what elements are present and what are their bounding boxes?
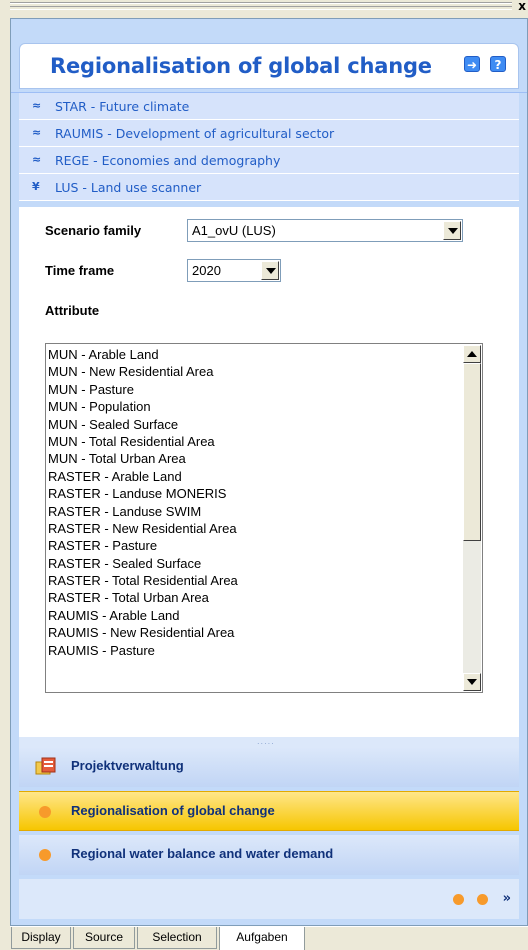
- bullet-dot-icon: [39, 849, 51, 861]
- scroll-thumb[interactable]: [463, 363, 481, 541]
- section-label: RAUMIS - Development of agricultural sec…: [55, 126, 335, 141]
- timeframe-select[interactable]: 2020: [187, 259, 281, 282]
- more-chevron-icon[interactable]: »: [503, 891, 511, 906]
- nav-overflow-strip: »: [19, 879, 519, 919]
- list-item[interactable]: RASTER - Landuse MONERIS: [48, 485, 238, 502]
- list-item[interactable]: MUN - Total Urban Area: [48, 450, 238, 467]
- section-rege[interactable]: ≈ REGE - Economies and demography: [19, 147, 519, 174]
- scroll-up-icon[interactable]: [463, 345, 481, 363]
- vertical-scrollbar[interactable]: [463, 345, 481, 691]
- nav-regional-water-balance[interactable]: Regional water balance and water demand: [19, 835, 519, 875]
- scenario-label: Scenario family: [45, 223, 142, 238]
- attribute-listbox[interactable]: MUN - Arable Land MUN - New Residential …: [45, 343, 483, 693]
- panel-title: Regionalisation of global change: [50, 54, 432, 78]
- list-item[interactable]: RASTER - Arable Land: [48, 468, 238, 485]
- tab-display[interactable]: Display: [11, 927, 71, 949]
- nav-label: Projektverwaltung: [71, 758, 184, 773]
- bottom-tab-strip: Display Source Selection Aufgaben: [10, 926, 528, 950]
- chevron-up-icon[interactable]: ≈: [32, 126, 41, 139]
- panel-header: Regionalisation of global change ➜ ?: [11, 19, 527, 93]
- gripper-lines[interactable]: [10, 2, 512, 10]
- panel-title-box: Regionalisation of global change ➜ ?: [19, 43, 519, 89]
- overflow-dot-icon[interactable]: [477, 894, 488, 905]
- chevron-up-icon[interactable]: ≈: [32, 99, 41, 112]
- list-item[interactable]: MUN - Total Residential Area: [48, 433, 238, 450]
- project-icon: [35, 757, 56, 775]
- nav-label: Regionalisation of global change: [71, 803, 275, 818]
- section-star[interactable]: ≈ STAR - Future climate: [19, 93, 519, 120]
- list-item[interactable]: RASTER - Landuse SWIM: [48, 503, 238, 520]
- splitter-grip[interactable]: .....: [257, 737, 275, 746]
- list-item[interactable]: RAUMIS - Pasture: [48, 642, 238, 659]
- nav-label: Regional water balance and water demand: [71, 846, 334, 861]
- tab-selection[interactable]: Selection: [137, 927, 217, 949]
- list-item[interactable]: RAUMIS - New Residential Area: [48, 624, 238, 641]
- nav-regionalisation-global-change[interactable]: Regionalisation of global change: [19, 791, 519, 831]
- section-lus[interactable]: ¥ LUS - Land use scanner: [19, 174, 519, 201]
- section-raumis[interactable]: ≈ RAUMIS - Development of agricultural s…: [19, 120, 519, 147]
- chevron-up-icon[interactable]: ≈: [32, 153, 41, 166]
- timeframe-label: Time frame: [45, 263, 115, 278]
- tab-source[interactable]: Source: [73, 927, 135, 949]
- splitter-handle[interactable]: .....: [19, 737, 519, 747]
- section-label: REGE - Economies and demography: [55, 153, 281, 168]
- attribute-list: MUN - Arable Land MUN - New Residential …: [48, 346, 238, 659]
- list-item[interactable]: MUN - New Residential Area: [48, 363, 238, 380]
- chevron-down-icon[interactable]: [261, 261, 279, 280]
- bullet-dot-icon: [39, 806, 51, 818]
- scroll-down-icon[interactable]: [463, 673, 481, 691]
- section-label: LUS - Land use scanner: [55, 180, 202, 195]
- list-item[interactable]: RASTER - New Residential Area: [48, 520, 238, 537]
- list-item[interactable]: MUN - Pasture: [48, 381, 238, 398]
- tab-aufgaben[interactable]: Aufgaben: [219, 927, 305, 950]
- chevron-down-icon[interactable]: ¥: [32, 180, 40, 193]
- section-label: STAR - Future climate: [55, 99, 190, 114]
- timeframe-value: 2020: [192, 263, 221, 278]
- list-item[interactable]: MUN - Sealed Surface: [48, 416, 238, 433]
- list-item[interactable]: RASTER - Pasture: [48, 537, 238, 554]
- docking-gripper[interactable]: x: [10, 0, 528, 14]
- list-item[interactable]: RAUMIS - Arable Land: [48, 607, 238, 624]
- task-panel: Regionalisation of global change ➜ ? ≈ S…: [10, 18, 528, 926]
- close-icon[interactable]: x: [518, 0, 526, 13]
- list-item[interactable]: MUN - Population: [48, 398, 238, 415]
- chevron-down-icon[interactable]: [443, 221, 461, 240]
- list-item[interactable]: RASTER - Sealed Surface: [48, 555, 238, 572]
- list-item[interactable]: RASTER - Total Urban Area: [48, 589, 238, 606]
- attribute-label: Attribute: [45, 303, 100, 318]
- next-arrow-icon[interactable]: ➜: [464, 56, 480, 72]
- list-item[interactable]: RASTER - Total Residential Area: [48, 572, 238, 589]
- scenario-select[interactable]: A1_ovU (LUS): [187, 219, 463, 242]
- overflow-dot-icon[interactable]: [453, 894, 464, 905]
- scenario-value: A1_ovU (LUS): [192, 223, 276, 238]
- list-item[interactable]: MUN - Arable Land: [48, 346, 238, 363]
- nav-projektverwaltung[interactable]: Projektverwaltung: [19, 747, 519, 787]
- help-icon[interactable]: ?: [490, 56, 506, 72]
